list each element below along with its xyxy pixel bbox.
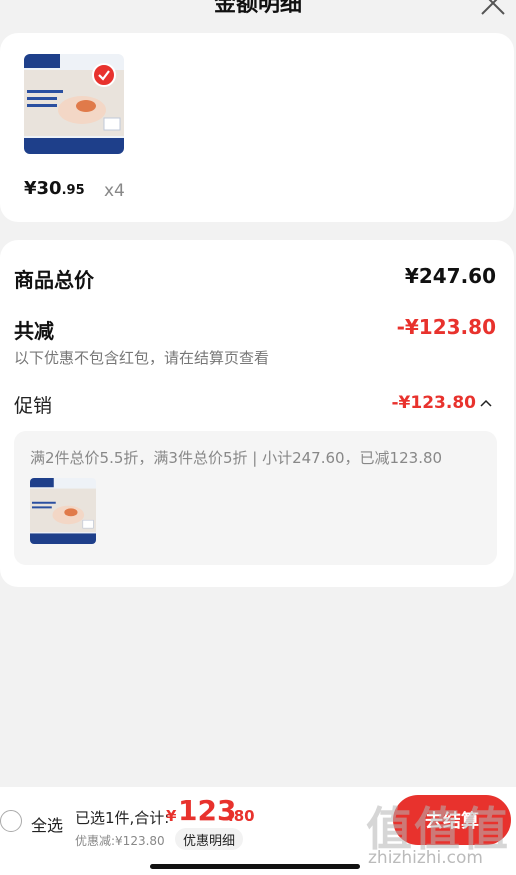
total-currency: ¥ <box>166 807 177 825</box>
total-cents: .80 <box>228 807 255 825</box>
discount-amount: 优惠减:¥123.80 <box>75 834 165 848</box>
close-icon[interactable] <box>480 0 506 16</box>
promo-rule-text: 满2件总价5.5折，满3件总价5折 | 小计247.60，已减123.80 <box>30 449 443 467</box>
selected-count: 已选1件,合计: <box>75 809 170 827</box>
check-icon <box>98 70 110 81</box>
promo-product-image <box>30 478 96 544</box>
item-card: ¥30.95 x4 <box>0 33 514 222</box>
unit-price: ¥30.95 <box>24 178 85 199</box>
header: 金额明细 <box>0 0 516 28</box>
price-breakdown-card: 商品总价 ¥247.60 共减 -¥123.80 以下优惠不包含红包，请在结算页… <box>0 240 514 587</box>
discount-note: 以下优惠不包含红包，请在结算页查看 <box>14 349 270 367</box>
quantity: x4 <box>104 181 125 201</box>
select-all-radio[interactable] <box>0 810 22 832</box>
discount-detail-button[interactable]: 优惠明细 <box>175 828 243 850</box>
total-label: 商品总价 <box>14 268 94 292</box>
select-all-label[interactable]: 全选 <box>31 812 63 836</box>
chevron-up-icon <box>480 399 492 407</box>
selected-check[interactable] <box>92 63 116 87</box>
reduce-label: 共减 <box>14 319 54 343</box>
promo-value: -¥123.80 <box>391 393 477 413</box>
promo-detail-box: 满2件总价5.5折，满3件总价5折 | 小计247.60，已减123.80 <box>14 431 497 565</box>
promo-toggle[interactable]: -¥123.80 <box>392 393 493 413</box>
home-indicator <box>150 864 360 869</box>
watermark-url: zhizhizhi.com <box>368 848 483 868</box>
total-value: ¥247.60 <box>404 264 496 288</box>
promo-label: 促销 <box>14 395 53 417</box>
page-title: 金额明细 <box>213 0 302 17</box>
reduce-value: -¥123.80 <box>396 315 496 339</box>
